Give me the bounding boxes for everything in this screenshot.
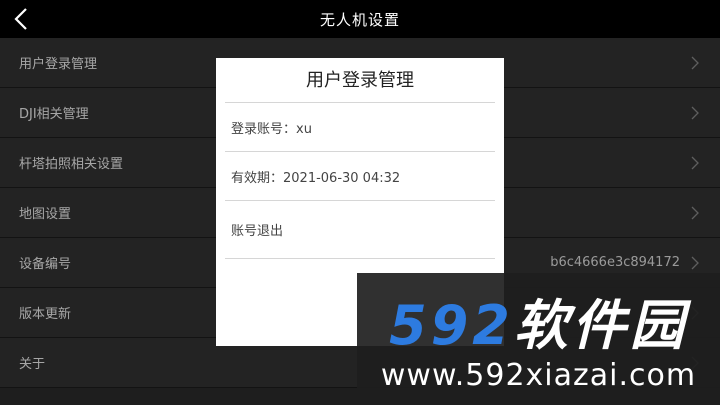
watermark-url: www.592xiazai.com (380, 358, 697, 393)
watermark: 592软件园 www.592xiazai.com (357, 273, 720, 405)
watermark-logo: 592软件园 (357, 281, 720, 360)
watermark-logo-text: 软件园 (513, 294, 688, 357)
back-button[interactable] (6, 4, 36, 34)
dialog-title: 用户登录管理 (225, 58, 495, 103)
watermark-logo-digits: 592 (389, 294, 514, 357)
expiry-info: 有效期：2021-06-30 04:32 (225, 152, 495, 201)
top-bar: 无人机设置 (0, 0, 720, 38)
page-title: 无人机设置 (319, 10, 400, 29)
chevron-left-icon (14, 8, 27, 30)
logout-button[interactable]: 账号退出 (225, 201, 495, 259)
account-info: 登录账号：xu (225, 103, 495, 152)
